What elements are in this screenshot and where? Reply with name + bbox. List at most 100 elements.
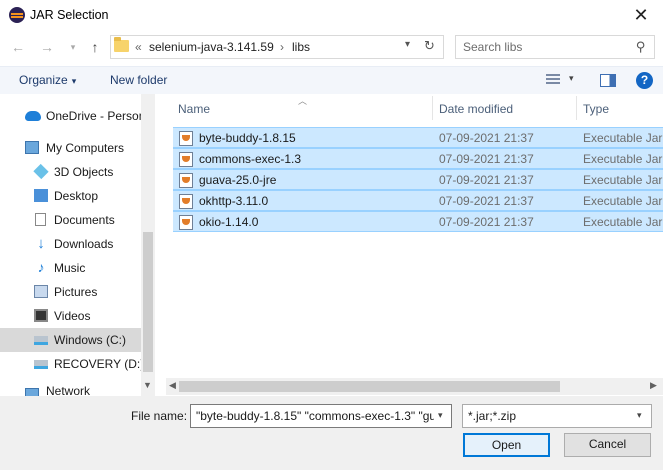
file-name: okhttp-3.11.0 [199,194,269,208]
file-name: commons-exec-1.3 [199,152,302,166]
file-list-horizontal-scrollbar[interactable]: ◀ ▶ [166,378,663,395]
eclipse-app-icon [9,7,25,23]
nav-item-label: My Computers [46,141,125,155]
recent-locations-chevron-icon[interactable]: ▾ [64,38,82,56]
scroll-left-chevron-icon[interactable]: ◀ [169,380,176,391]
documents-icon [35,213,46,226]
column-header-name[interactable]: Name [178,102,210,116]
music-icon: ♪ [37,259,45,275]
file-type: Executable Jar File [583,131,663,145]
file-name-field[interactable]: "byte-buddy-1.8.15" "commons-exec-1.3" "… [190,404,452,428]
search-icon[interactable]: ⚲ [636,39,646,55]
nav-item-label: Windows (C:) [54,333,127,347]
file-name: byte-buddy-1.8.15 [199,131,296,145]
command-bar: Organize ▾ New folder ▾ ? [0,66,663,94]
back-arrow-icon[interactable]: ← [9,38,27,56]
jar-file-icon [179,152,193,167]
file-row[interactable]: commons-exec-1.3 07-09-2021 21:37 Execut… [173,148,663,169]
preview-pane-icon[interactable] [600,74,616,87]
view-options-icon[interactable] [546,74,560,86]
drive-icon [34,360,48,369]
cancel-button[interactable]: Cancel [564,433,651,457]
address-bar[interactable]: « selenium-java-3.141.59 › libs ▾ ↻ [110,35,444,59]
organize-label: Organize [19,73,68,87]
file-row[interactable]: okio-1.14.0 07-09-2021 21:37 Executable … [173,211,663,232]
title-bar: JAR Selection ✕ [0,0,663,30]
navigation-pane-scrollbar[interactable]: ▼ [141,94,155,396]
file-name-dropdown-chevron-icon[interactable]: ▾ [438,410,443,421]
videos-icon [34,309,48,322]
nav-item-label: Desktop [54,189,99,203]
3d-objects-icon [33,163,49,180]
nav-item-my-computers[interactable]: My Computers [0,136,141,160]
nav-item-network[interactable]: Network [0,383,141,396]
nav-item-desktop[interactable]: Desktop [0,184,141,208]
nav-item-videos[interactable]: Videos [0,304,141,328]
window-title: JAR Selection [30,8,109,22]
forward-arrow-icon[interactable]: → [38,38,56,56]
computer-icon [25,141,39,154]
organize-button[interactable]: Organize ▾ [19,73,76,87]
file-name: okio-1.14.0 [199,215,259,229]
chevron-down-icon: ▾ [71,76,77,86]
file-row[interactable]: byte-buddy-1.8.15 07-09-2021 21:37 Execu… [173,127,663,148]
breadcrumb-segment[interactable]: selenium-java-3.141.59 [149,40,274,54]
onedrive-cloud-icon [25,111,41,121]
scrollbar-thumb[interactable] [143,232,153,372]
close-icon[interactable]: ✕ [628,4,654,26]
file-type: Executable Jar File [583,194,663,208]
search-box[interactable]: Search libs ⚲ [455,35,655,59]
nav-item-3d-objects[interactable]: 3D Objects [0,160,141,184]
nav-item-onedrive[interactable]: OneDrive - Person [0,104,145,128]
chevron-down-icon[interactable]: ▾ [637,410,642,421]
nav-item-label: Network [46,384,91,396]
file-name: guava-25.0-jre [199,173,277,187]
column-divider[interactable] [432,96,433,120]
address-dropdown-chevron-icon[interactable]: ▾ [405,39,410,50]
file-type: Executable Jar File [583,152,663,166]
nav-item-windows-c[interactable]: Windows (C:) [0,328,141,352]
file-date: 07-09-2021 21:37 [439,152,534,166]
nav-item-label: Pictures [54,285,98,299]
file-type-filter-select[interactable]: *.jar;*.zip ▾ [462,404,652,428]
view-dropdown-chevron-icon[interactable]: ▾ [569,73,574,84]
file-row[interactable]: guava-25.0-jre 07-09-2021 21:37 Executab… [173,169,663,190]
search-input[interactable]: Search libs [463,40,522,54]
column-divider[interactable] [576,96,577,120]
navigation-pane: OneDrive - Person My Computers 3D Object… [0,94,155,396]
new-folder-button[interactable]: New folder [110,73,167,87]
column-header-date[interactable]: Date modified [439,102,513,116]
scroll-down-chevron-icon[interactable]: ▼ [143,380,152,390]
refresh-icon[interactable]: ↻ [424,38,435,54]
jar-file-icon [179,194,193,209]
help-icon[interactable]: ? [636,72,653,89]
jar-file-icon [179,173,193,188]
nav-item-recovery-d[interactable]: RECOVERY (D:) [0,352,145,376]
file-date: 07-09-2021 21:37 [439,173,534,187]
scrollbar-thumb[interactable] [179,381,560,392]
file-date: 07-09-2021 21:37 [439,131,534,145]
file-name-label: File name: [131,409,188,423]
nav-item-label: 3D Objects [54,165,114,179]
breadcrumb-overflow[interactable]: « [135,40,142,54]
jar-file-icon [179,131,193,146]
file-name-value[interactable]: "byte-buddy-1.8.15" "commons-exec-1.3" "… [196,409,434,423]
jar-file-icon [179,215,193,230]
column-header-type[interactable]: Type [583,102,609,116]
file-type-filter-value: *.jar;*.zip [468,409,517,423]
nav-item-documents[interactable]: Documents [0,208,141,232]
breadcrumb-segment[interactable]: libs [292,40,310,54]
file-row[interactable]: okhttp-3.11.0 07-09-2021 21:37 Executabl… [173,190,663,211]
nav-item-music[interactable]: ♪ Music [0,256,141,280]
scroll-right-chevron-icon[interactable]: ▶ [650,380,657,391]
nav-item-label: RECOVERY (D:) [54,357,145,371]
nav-item-label: Videos [54,309,91,323]
file-type: Executable Jar File [583,173,663,187]
nav-item-downloads[interactable]: ↓ Downloads [0,232,141,256]
nav-item-label: OneDrive - Person [46,109,146,123]
open-button[interactable]: Open [463,433,550,457]
nav-item-pictures[interactable]: Pictures [0,280,141,304]
up-arrow-icon[interactable]: ↑ [86,38,104,56]
drive-icon [34,336,48,345]
folder-icon [114,37,129,52]
